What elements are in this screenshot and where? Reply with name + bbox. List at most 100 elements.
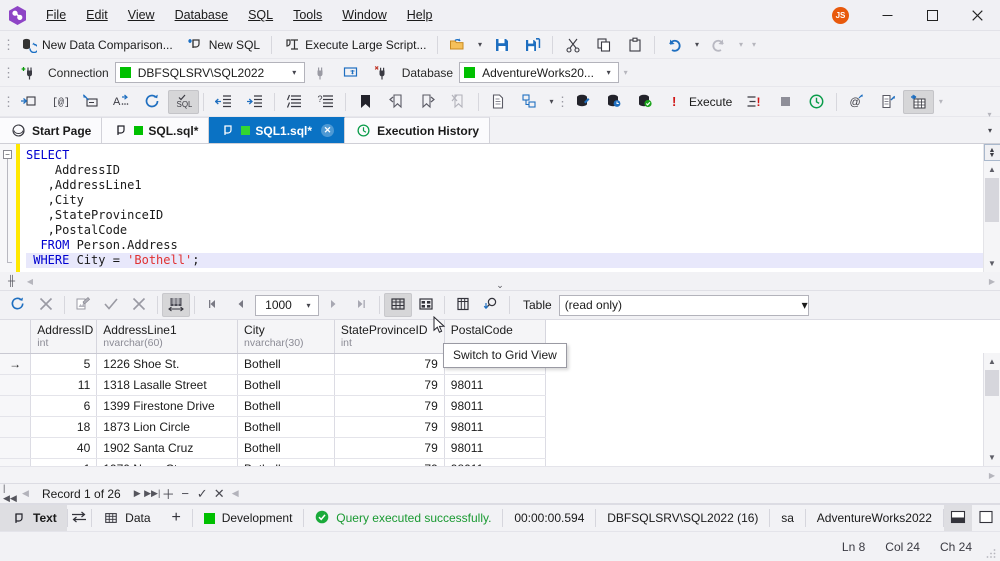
sql-toolbar-grip[interactable] (4, 93, 13, 111)
menu-item-file[interactable]: File (36, 3, 76, 27)
table-cell[interactable]: Bothell (237, 374, 335, 396)
validate-query-button[interactable] (629, 90, 660, 114)
undo-dropdown-caret[interactable]: ▾ (690, 34, 703, 56)
scrollbar-thumb[interactable] (985, 370, 999, 396)
swap-panes-button[interactable] (68, 505, 92, 532)
column-header[interactable]: AddressLine1 nvarchar(60) (96, 320, 239, 354)
table-cell[interactable]: 11 (30, 374, 98, 396)
tab-execution-history[interactable]: Execution History (345, 117, 491, 143)
cancel-button[interactable] (32, 293, 60, 317)
results-caret[interactable]: ▾ (934, 91, 947, 113)
resize-grip-icon[interactable] (985, 547, 997, 559)
next-page-button[interactable] (319, 293, 347, 317)
scroll-left-icon[interactable]: ◀ (22, 277, 38, 286)
undo-button[interactable] (659, 33, 690, 57)
connection-combo[interactable]: DBFSQLSRV\SQL2022 ▾ (114, 62, 305, 83)
save-button[interactable] (486, 33, 517, 57)
scrollbar-thumb[interactable] (985, 178, 999, 222)
execute-large-script-button[interactable]: Execute Large Script... (276, 33, 433, 57)
layout-single-button[interactable] (972, 505, 1000, 532)
stop-button[interactable] (770, 90, 801, 114)
query-profile-button[interactable] (514, 90, 545, 114)
table-cell[interactable]: 79 (334, 437, 445, 459)
chevron-down-icon[interactable]: ▾ (287, 68, 302, 77)
results-grid[interactable]: AddressID int AddressLine1 nvarchar(60) City… (0, 320, 1000, 483)
toggle-bookmark-button[interactable] (350, 90, 381, 114)
disconnect-all-button[interactable] (367, 61, 398, 85)
tab-sql-sql[interactable]: SQL.sql* (102, 117, 210, 143)
results-grid-button[interactable] (903, 89, 935, 114)
connection-properties-button[interactable] (336, 61, 367, 85)
table-cell[interactable]: Bothell (237, 416, 335, 438)
status-tab-text[interactable]: Text (0, 504, 67, 532)
next-record-icon[interactable]: ▶ (130, 485, 145, 503)
scroll-down-icon[interactable]: ▼ (984, 255, 1000, 272)
decrease-indent-button[interactable] (208, 90, 239, 114)
table-cell[interactable]: 6 (30, 395, 98, 417)
close-icon[interactable] (955, 0, 1000, 31)
collapse-editor-chevron-icon[interactable]: ⌄ (496, 280, 504, 291)
find-data-button[interactable] (477, 293, 505, 317)
validate-sql-button[interactable]: SQL (168, 89, 199, 114)
row-selector-current[interactable]: → (0, 353, 32, 375)
previous-page-button[interactable] (227, 293, 255, 317)
scroll-right-icon[interactable]: ▶ (984, 277, 1000, 286)
grid-horizontal-scrollbar[interactable]: ▶ (0, 466, 1000, 483)
new-connection-button[interactable] (13, 61, 44, 85)
edit-data-button[interactable] (69, 293, 97, 317)
database-overflow-caret[interactable]: ▾ (619, 62, 632, 84)
chevron-down-icon[interactable]: ▾ (601, 68, 616, 77)
table-cell[interactable]: 79 (334, 374, 445, 396)
next-bookmark-button[interactable] (412, 90, 443, 114)
open-folder-dropdown-caret[interactable]: ▾ (473, 34, 486, 56)
execute-button[interactable]: ! Execute (660, 90, 739, 114)
debug-query-button[interactable] (567, 90, 598, 114)
cancel-edit-icon[interactable]: ✕ (211, 485, 228, 503)
cancel-changes-button[interactable] (125, 293, 153, 317)
editor-vertical-scrollbar[interactable]: ▲ ▼ ▲ ▼ (983, 144, 1000, 272)
card-view-button[interactable] (412, 293, 440, 317)
scroll-right-icon[interactable]: ▶ (984, 471, 1000, 480)
comment-block-button[interactable] (279, 90, 310, 114)
table-row[interactable]: 18 1873 Lion Circle Bothell 79 98011 (0, 416, 547, 438)
menu-item-edit[interactable]: Edit (76, 3, 118, 27)
table-cell[interactable]: 98011 (444, 437, 547, 459)
row-selector[interactable] (0, 437, 32, 459)
add-record-icon[interactable]: ＋ (160, 485, 177, 503)
tab-start-page[interactable]: Start Page (0, 117, 103, 143)
scroll-up-icon[interactable]: ▲ (984, 353, 1000, 370)
editor-gutter[interactable]: − (0, 144, 16, 272)
menu-item-window[interactable]: Window (332, 3, 396, 27)
redo-button[interactable] (703, 33, 734, 57)
maximize-icon[interactable] (910, 0, 955, 31)
editor-split-button[interactable]: ▲ ▼ (983, 144, 1000, 161)
save-all-button[interactable] (517, 33, 548, 57)
post-changes-button[interactable] (97, 293, 125, 317)
environment-indicator[interactable]: Development (193, 505, 304, 532)
row-selector[interactable] (0, 416, 32, 438)
new-sql-button[interactable]: New SQL (180, 33, 267, 57)
database-combo[interactable]: AdventureWorks20... ▾ (459, 62, 620, 83)
last-record-icon[interactable]: ▶▶| (144, 485, 160, 503)
grid-vertical-scrollbar[interactable]: ▲ ▼ (983, 353, 1000, 466)
chevron-down-icon[interactable]: ▾ (301, 301, 316, 310)
table-cell[interactable]: Bothell (237, 437, 335, 459)
row-selector[interactable] (0, 395, 32, 417)
add-result-tab-button[interactable]: + (161, 505, 192, 532)
table-cell[interactable]: 79 (334, 353, 445, 375)
cut-button[interactable] (557, 33, 588, 57)
execute-group-grip[interactable] (558, 93, 567, 111)
open-file-button[interactable] (442, 33, 473, 57)
table-cell[interactable]: 1873 Lion Circle (96, 416, 239, 438)
sql-editor[interactable]: − SELECT AddressID ,AddressLine1 ,City ,… (0, 144, 1000, 272)
new-data-comparison-button[interactable]: New Data Comparison... (13, 33, 180, 57)
table-cell[interactable]: Bothell (237, 395, 335, 417)
tab-overflow-caret[interactable]: ▾ (980, 117, 1000, 143)
insert-parameter-button[interactable]: [@] (44, 90, 75, 114)
first-record-icon[interactable]: |◀◀ (3, 483, 18, 503)
execution-time-button[interactable] (801, 90, 832, 114)
row-selector[interactable] (0, 374, 32, 396)
status-tab-data[interactable]: Data (92, 505, 160, 532)
last-page-button[interactable] (347, 293, 375, 317)
editor-horizontal-scrollbar[interactable]: ╫ ◀ ▶ ⌄ (0, 272, 1000, 291)
